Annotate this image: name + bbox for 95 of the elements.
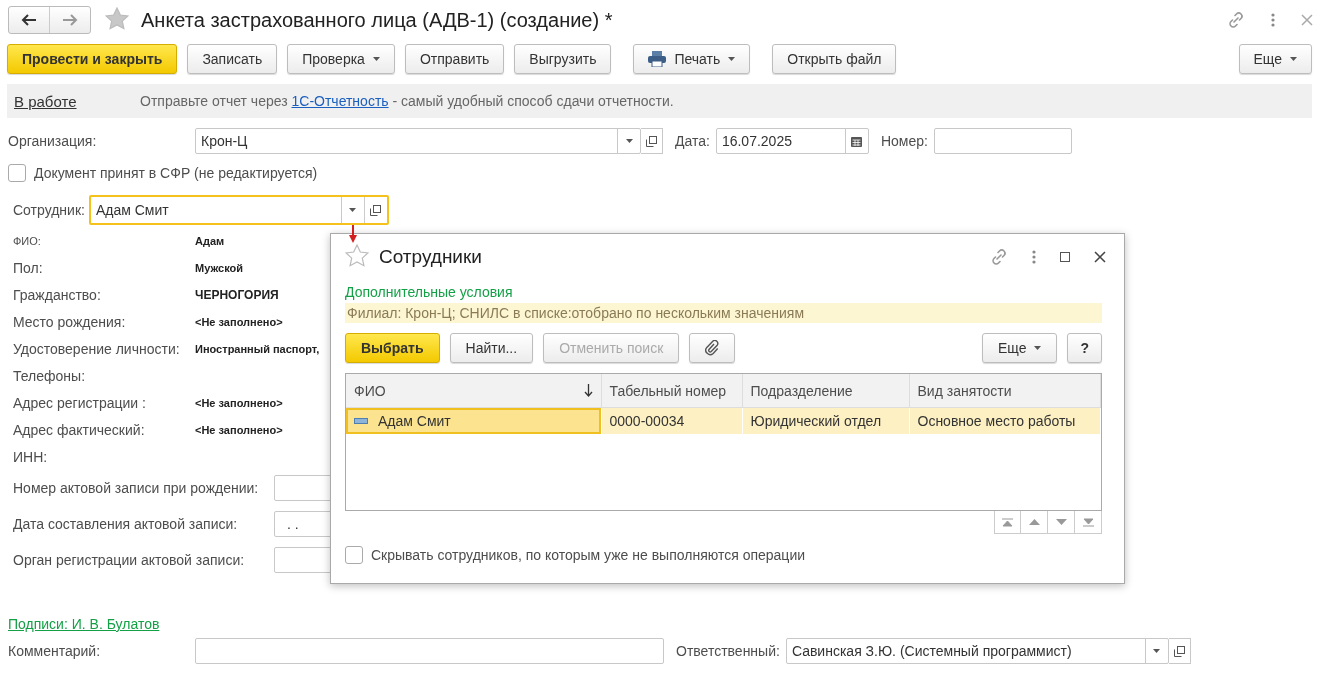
caret-icon	[1034, 346, 1042, 350]
toolbar-button[interactable]: Провести и закрыть	[7, 43, 178, 74]
navigation-buttons[interactable]	[8, 6, 91, 34]
window-title: Анкета застрахованного лица (АДВ-1) (создание) *	[141, 8, 613, 32]
table-row[interactable]: Адам Смит 0000-00034 Юридический отдел Основное место работы	[346, 407, 1101, 434]
toolbar-button[interactable]: Выбрать	[345, 333, 440, 363]
caret-icon	[728, 56, 736, 61]
column-header[interactable]: ФИО	[346, 374, 601, 408]
field-label: Удостоверение личности:	[13, 340, 181, 357]
toolbar-button[interactable]: Найти...	[449, 333, 534, 363]
up-icon[interactable]	[1028, 519, 1040, 525]
field-label: Гражданство:	[13, 286, 102, 303]
down-icon[interactable]	[1055, 519, 1067, 525]
field-value: Адам	[195, 234, 225, 247]
first-icon[interactable]	[1002, 517, 1013, 527]
print-button[interactable]: Печать	[633, 43, 751, 74]
last-icon[interactable]	[1082, 517, 1094, 527]
close-icon[interactable]	[1094, 251, 1106, 263]
field-label: Дата составления актовой записи:	[13, 516, 239, 532]
field-label: Номер актовой записи при рождении:	[13, 480, 260, 496]
column-header[interactable]: Подразделение	[742, 374, 909, 408]
open-window-icon	[370, 204, 382, 216]
field-label: Орган регистрации актовой записи:	[13, 552, 246, 568]
field-label: Пол:	[13, 259, 44, 276]
dialog-title: Сотрудники	[379, 246, 482, 268]
more-button[interactable]: Еще	[981, 333, 1058, 363]
checkbox-label: Документ принят в СФР (не редактируется)	[34, 165, 318, 181]
back-arrow-icon[interactable]	[21, 14, 37, 26]
field-label: Адрес фактический:	[13, 421, 146, 438]
field-value: <Не заполнено>	[195, 423, 283, 436]
field-value: Мужской	[195, 261, 244, 274]
toolbar-button[interactable]: Записать	[187, 43, 278, 74]
field-label: ФИО:	[13, 234, 42, 247]
checkbox[interactable]	[8, 164, 26, 182]
more-button[interactable]: Еще	[1238, 43, 1312, 74]
date-field[interactable]: 16.07.2025	[715, 128, 869, 154]
more-menu-icon[interactable]	[1271, 13, 1275, 27]
status-link[interactable]: В работе	[14, 92, 140, 110]
dropdown-caret-icon	[625, 139, 633, 143]
toolbar-button[interactable]: Отправить	[404, 43, 505, 74]
checkbox-label: Скрывать сотрудников, по которым уже не выполняются операции	[371, 547, 806, 563]
field-label: Дата:	[675, 133, 710, 149]
dropdown-caret-icon	[1153, 649, 1161, 653]
more-menu-icon[interactable]	[1032, 250, 1036, 264]
table-cell: Основное место работы	[909, 407, 1101, 434]
field-label: Комментарий:	[8, 643, 102, 659]
field-label: Телефоны:	[13, 367, 87, 384]
conditions-link[interactable]: Дополнительные условия	[345, 284, 513, 300]
responsible-field[interactable]: Савинская З.Ю. (Системный программист)	[785, 638, 1169, 664]
field-value: ЧЕРНОГОРИЯ	[195, 287, 279, 302]
dropdown-button[interactable]: Проверка	[287, 43, 395, 74]
table-cell: Юридический отдел	[742, 407, 909, 434]
paperclip-icon	[705, 340, 720, 356]
comment-field[interactable]	[195, 638, 664, 664]
checkbox[interactable]	[345, 546, 363, 564]
star-icon[interactable]	[345, 243, 369, 268]
field-label: Место рождения:	[13, 313, 127, 330]
open-window-icon	[1173, 645, 1185, 657]
reporting-link[interactable]: 1С-Отчетность	[291, 93, 389, 109]
open-window-icon	[646, 135, 657, 147]
field-label: Номер:	[880, 133, 928, 149]
calendar-icon[interactable]	[851, 135, 863, 147]
field-label: Организация:	[8, 133, 98, 149]
column-header[interactable]: Вид занятости	[909, 374, 1101, 408]
toolbar-button[interactable]: Открыть файл	[772, 43, 897, 74]
dropdown-caret-icon	[349, 208, 357, 212]
field-label: Ответственный:	[676, 643, 780, 659]
pointer-arrow	[348, 225, 358, 243]
forward-arrow-icon[interactable]	[62, 14, 78, 26]
caret-icon	[372, 56, 380, 61]
star-icon[interactable]	[105, 6, 129, 31]
table-cell: Адам Смит	[346, 407, 601, 434]
field-label: Сотрудник:	[13, 202, 85, 218]
printer-icon	[648, 50, 667, 67]
number-field[interactable]	[933, 128, 1072, 154]
link-icon[interactable]	[990, 248, 1008, 266]
field-value: Иностранный паспорт,	[195, 342, 320, 355]
column-header[interactable]: Табельный номер	[601, 374, 742, 408]
row-marker-icon	[354, 418, 368, 424]
link-icon[interactable]	[1227, 11, 1245, 29]
filter-info: Филиал: Крон-Ц; СНИЛС в списке:отобрано по нескольким значениям	[345, 303, 1102, 323]
organization-field[interactable]: Крон-Ц	[195, 128, 641, 154]
field-value: <Не заполнено>	[195, 315, 283, 328]
caret-icon	[1290, 56, 1297, 61]
field-value: <Не заполнено>	[195, 396, 283, 409]
toolbar-button[interactable]: Выгрузить	[514, 43, 612, 74]
attach-button[interactable]	[689, 333, 736, 363]
field-label: ИНН:	[13, 448, 49, 465]
sort-arrow-icon	[583, 384, 593, 397]
info-message: Отправьте отчет через 1С-Отчетность - самый удобный способ сдачи отчетности.	[140, 93, 674, 109]
employee-field[interactable]: Адам Смит	[88, 195, 389, 225]
help-button[interactable]: ?	[1067, 333, 1102, 363]
field-label: Адрес регистрации :	[13, 394, 147, 411]
table-cell: 0000-00034	[601, 407, 742, 434]
maximize-icon[interactable]	[1060, 252, 1070, 262]
